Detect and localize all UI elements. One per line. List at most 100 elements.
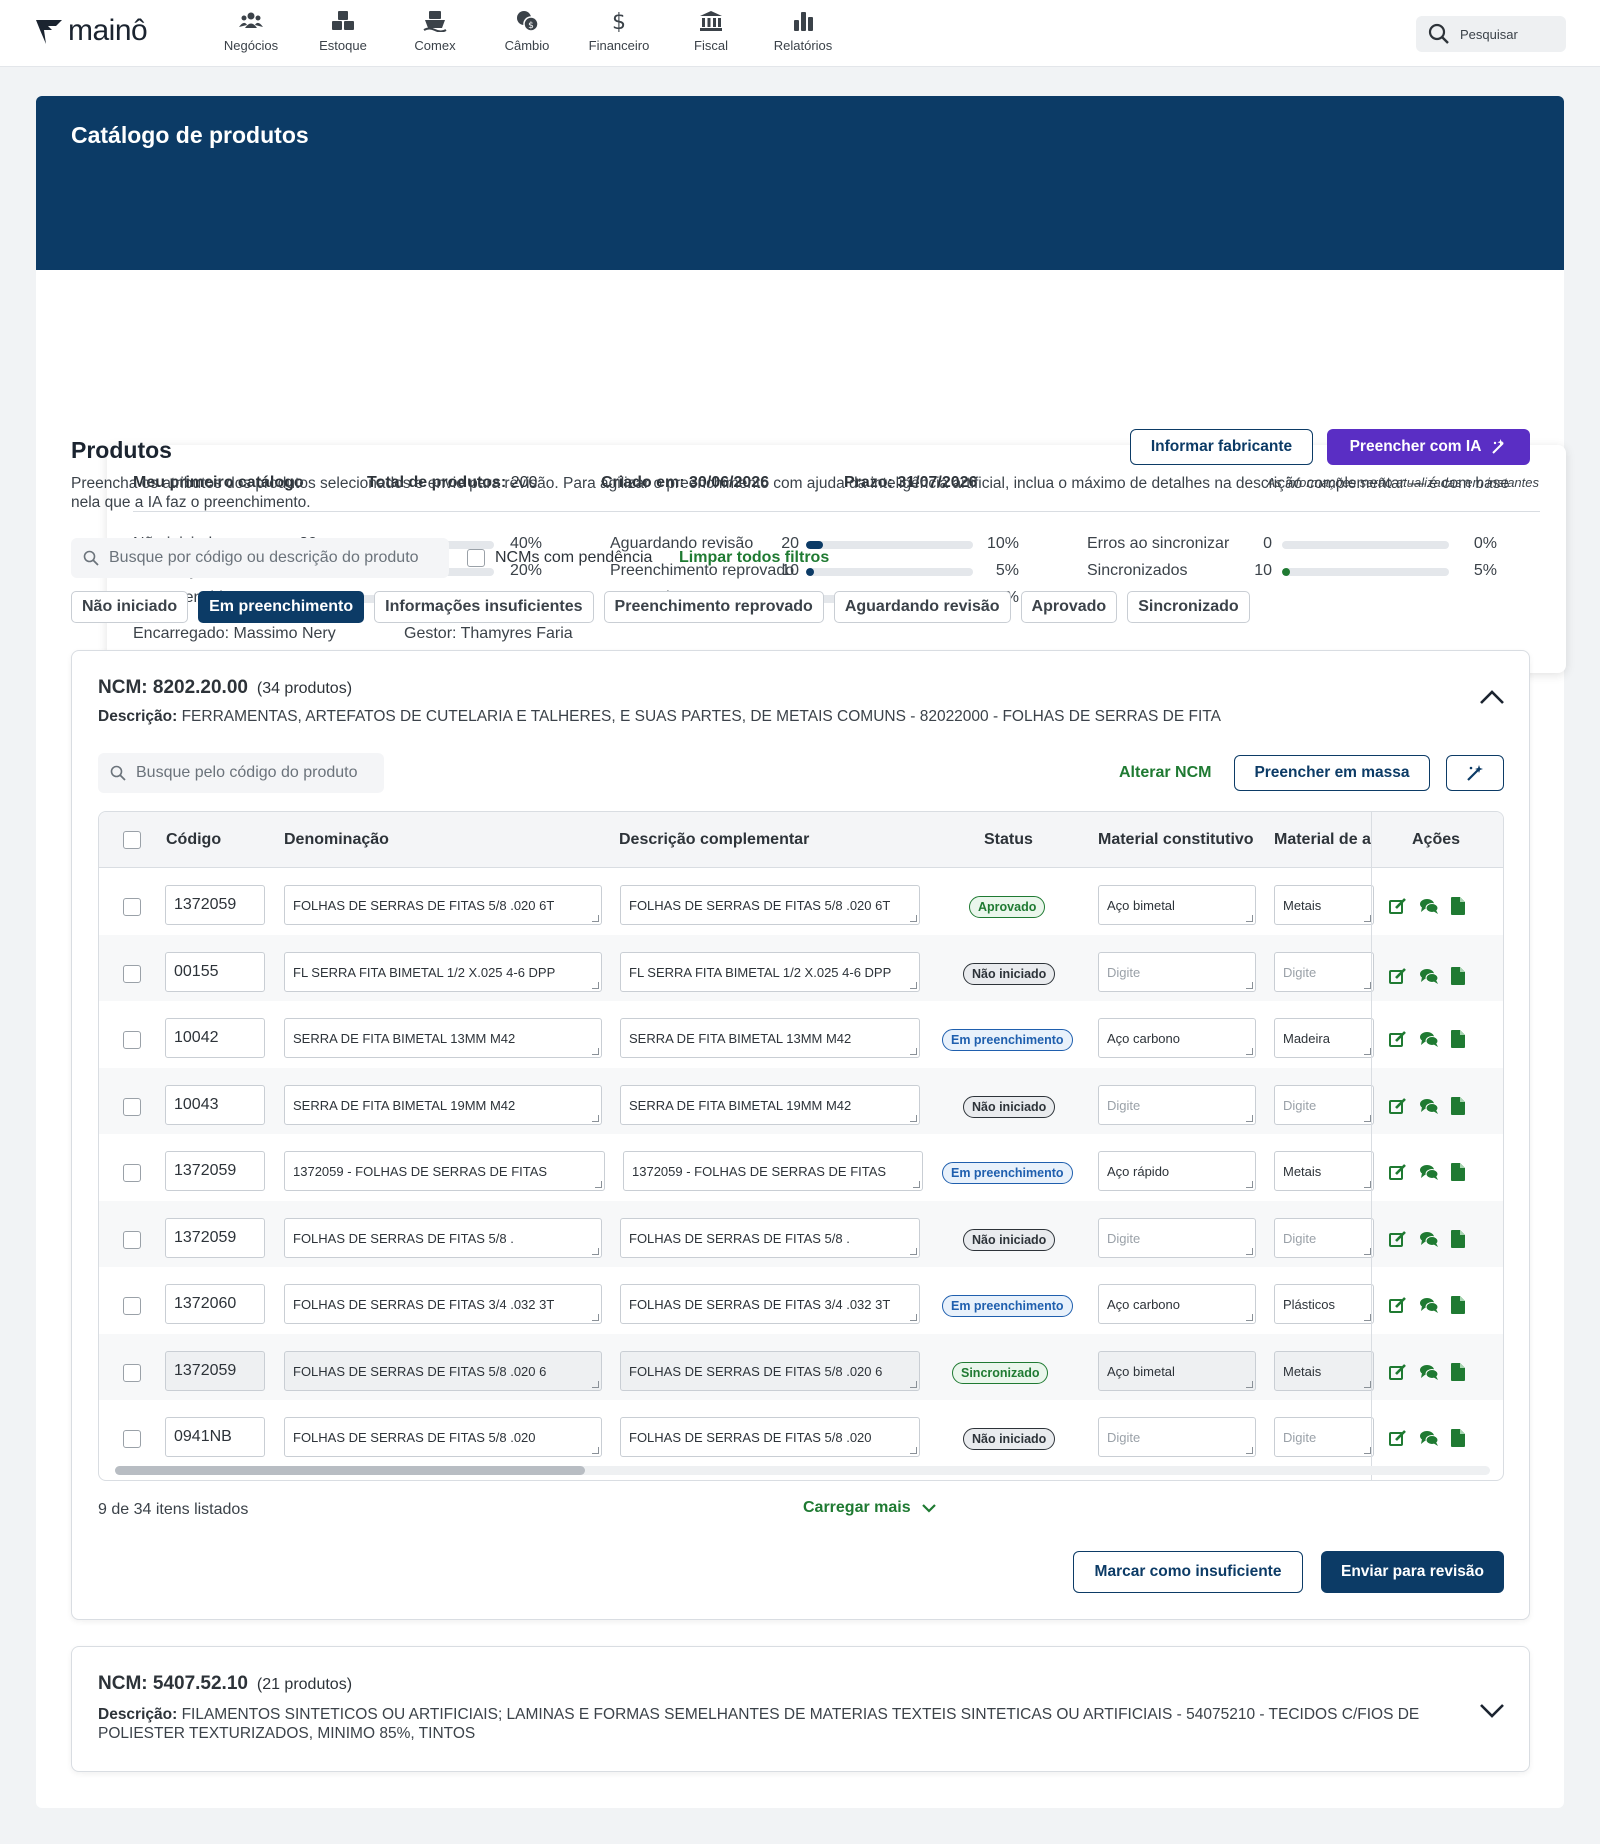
- chip-aguardando-revisao[interactable]: Aguardando revisão: [833, 591, 1011, 623]
- material-input[interactable]: Aço carbono: [1098, 1284, 1256, 1324]
- description-input[interactable]: FL SERRA FITA BIMETAL 1/2 X.025 4-6 DPP: [620, 951, 920, 992]
- load-more-button[interactable]: Carregar mais: [803, 1499, 937, 1517]
- code-input[interactable]: 1372059: [165, 1350, 265, 1391]
- select-all-checkbox[interactable]: [123, 831, 141, 849]
- col-header-status[interactable]: Status: [984, 831, 1033, 849]
- send-for-review-button[interactable]: Enviar para revisão: [1321, 1551, 1504, 1593]
- ncm-pending-filter[interactable]: NCMs com pendência: [467, 549, 652, 567]
- material-2-input[interactable]: Digite: [1274, 1417, 1374, 1457]
- material-input[interactable]: Digite: [1098, 1417, 1256, 1457]
- material-input[interactable]: Aço bimetal: [1098, 885, 1256, 925]
- table-row: 1372059 FOLHAS DE SERRAS DE FITAS 5/8 . FO…: [99, 1200, 1503, 1267]
- nav-item-comex[interactable]: Comex: [389, 10, 481, 53]
- code-input[interactable]: 10042: [165, 1018, 265, 1058]
- col-header-name[interactable]: Denominação: [284, 831, 389, 849]
- code-input[interactable]: 1372059: [165, 1151, 265, 1191]
- name-input[interactable]: FOLHAS DE SERRAS DE FITAS 5/8 .020 6T: [284, 885, 602, 925]
- mark-insufficient-button[interactable]: Marcar como insuficiente: [1073, 1551, 1303, 1593]
- ncm-product-search-field[interactable]: [98, 753, 384, 793]
- name-input[interactable]: FOLHAS DE SERRAS DE FITAS 5/8 .020: [284, 1417, 602, 1457]
- col-header-material-2[interactable]: Material de a: [1274, 831, 1371, 849]
- material-input[interactable]: Aço bimetal: [1098, 1350, 1256, 1391]
- col-header-material[interactable]: Material constitutivo: [1098, 831, 1254, 849]
- row-checkbox[interactable]: [123, 898, 141, 916]
- description-input[interactable]: FOLHAS DE SERRAS DE FITAS 5/8 .020: [620, 1417, 920, 1457]
- inform-manufacturer-button[interactable]: Informar fabricante: [1130, 429, 1313, 465]
- description-input[interactable]: FOLHAS DE SERRAS DE FITAS 3/4 .032 3T: [620, 1284, 920, 1324]
- material-2-input[interactable]: Digite: [1274, 951, 1374, 992]
- name-input[interactable]: FOLHAS DE SERRAS DE FITAS 3/4 .032 3T: [284, 1284, 602, 1324]
- horizontal-scrollbar[interactable]: [115, 1466, 1490, 1475]
- nav-item-fiscal[interactable]: Fiscal: [665, 10, 757, 53]
- chip-sincronizado[interactable]: Sincronizado: [1127, 591, 1250, 623]
- chip-em-preenchimento[interactable]: Em preenchimento: [198, 591, 365, 623]
- product-search-field[interactable]: [71, 538, 449, 578]
- material-input[interactable]: Digite: [1098, 951, 1256, 992]
- clear-filters-link[interactable]: Limpar todos filtros: [679, 549, 829, 567]
- nav-item-negocios[interactable]: Negócios: [205, 10, 297, 53]
- code-input[interactable]: 10043: [165, 1084, 265, 1125]
- material-input[interactable]: Digite: [1098, 1084, 1256, 1125]
- name-input[interactable]: FOLHAS DE SERRAS DE FITAS 5/8 .: [284, 1217, 602, 1258]
- material-input[interactable]: Aço carbono: [1098, 1018, 1256, 1058]
- material-input[interactable]: Digite: [1098, 1217, 1256, 1258]
- name-input[interactable]: SERRA DE FITA BIMETAL 13MM M42: [284, 1018, 602, 1058]
- global-search-button[interactable]: Pesquisar: [1416, 16, 1566, 52]
- row-checkbox[interactable]: [123, 1430, 141, 1448]
- material-2-input[interactable]: Metais: [1274, 885, 1374, 925]
- row-checkbox[interactable]: [123, 1297, 141, 1315]
- chip-preenchimento-reprovado[interactable]: Preenchimento reprovado: [603, 591, 824, 623]
- description-input[interactable]: 1372059 - FOLHAS DE SERRAS DE FITAS: [623, 1151, 923, 1191]
- status-badge: Não iniciado: [963, 1228, 1056, 1251]
- material-2-input[interactable]: Digite: [1274, 1084, 1374, 1125]
- description-input[interactable]: SERRA DE FITA BIMETAL 19MM M42: [620, 1084, 920, 1125]
- ai-fill-ncm-button[interactable]: [1446, 755, 1504, 791]
- description-input[interactable]: SERRA DE FITA BIMETAL 13MM M42: [620, 1018, 920, 1058]
- change-ncm-link[interactable]: Alterar NCM: [1119, 764, 1211, 782]
- material-2-input[interactable]: Metais: [1274, 1151, 1374, 1191]
- row-checkbox[interactable]: [123, 964, 141, 983]
- col-header-desc[interactable]: Descrição complementar: [619, 831, 809, 849]
- row-checkbox[interactable]: [123, 1031, 141, 1049]
- code-input[interactable]: 1372059: [165, 885, 265, 925]
- chip-nao-iniciado[interactable]: Não iniciado: [71, 591, 189, 623]
- description-input[interactable]: FOLHAS DE SERRAS DE FITAS 5/8 .020 6T: [620, 885, 920, 925]
- name-input[interactable]: 1372059 - FOLHAS DE SERRAS DE FITAS: [284, 1151, 605, 1191]
- description-input[interactable]: FOLHAS DE SERRAS DE FITAS 5/8 .: [620, 1217, 920, 1258]
- row-checkbox[interactable]: [123, 1097, 141, 1116]
- code-input[interactable]: 0941NB: [165, 1417, 265, 1457]
- code-input[interactable]: 1372059: [165, 1217, 265, 1258]
- material-2-input[interactable]: Metais: [1274, 1350, 1374, 1391]
- scrollbar-thumb[interactable]: [115, 1466, 585, 1475]
- nav-item-relatorios[interactable]: Relatórios: [757, 10, 849, 53]
- material-input[interactable]: Aço rápido: [1098, 1151, 1256, 1191]
- name-input[interactable]: SERRA DE FITA BIMETAL 19MM M42: [284, 1084, 602, 1125]
- chip-informacoes-insuficientes[interactable]: Informações insuficientes: [374, 591, 594, 623]
- product-search-input[interactable]: [109, 549, 439, 567]
- material-2-input[interactable]: Digite: [1274, 1217, 1374, 1258]
- name-input[interactable]: FOLHAS DE SERRAS DE FITAS 5/8 .020 6: [284, 1350, 602, 1391]
- material-2-input[interactable]: Madeira: [1274, 1018, 1374, 1058]
- bulk-fill-button[interactable]: Preencher em massa: [1234, 755, 1430, 791]
- fill-with-ai-button[interactable]: Preencher com IA: [1327, 429, 1530, 465]
- chevron-down-icon[interactable]: [1479, 1703, 1505, 1719]
- row-checkbox[interactable]: [123, 1363, 141, 1382]
- nav-item-financeiro[interactable]: $ Financeiro: [573, 10, 665, 53]
- row-checkbox[interactable]: [123, 1230, 141, 1249]
- ncm-pending-checkbox[interactable]: [467, 549, 485, 567]
- table-row: 1372059 1372059 - FOLHAS DE SERRAS DE FIT…: [99, 1134, 1503, 1200]
- brand-logo[interactable]: mainô: [34, 16, 148, 46]
- description-input[interactable]: FOLHAS DE SERRAS DE FITAS 5/8 .020 6: [620, 1350, 920, 1391]
- nav-item-cambio[interactable]: $ Câmbio: [481, 10, 573, 53]
- code-input[interactable]: 00155: [165, 951, 265, 992]
- row-checkbox[interactable]: [123, 1164, 141, 1182]
- chevron-up-icon[interactable]: [1479, 689, 1505, 705]
- name-input[interactable]: FL SERRA FITA BIMETAL 1/2 X.025 4-6 DPP: [284, 951, 602, 992]
- ncm-product-search-input[interactable]: [136, 764, 376, 782]
- bar-chart-icon: [794, 12, 813, 31]
- material-2-input[interactable]: Plásticos: [1274, 1284, 1374, 1324]
- col-header-code[interactable]: Código: [166, 831, 221, 849]
- chip-aprovado[interactable]: Aprovado: [1020, 591, 1118, 623]
- nav-item-estoque[interactable]: Estoque: [297, 10, 389, 53]
- code-input[interactable]: 1372060: [165, 1284, 265, 1324]
